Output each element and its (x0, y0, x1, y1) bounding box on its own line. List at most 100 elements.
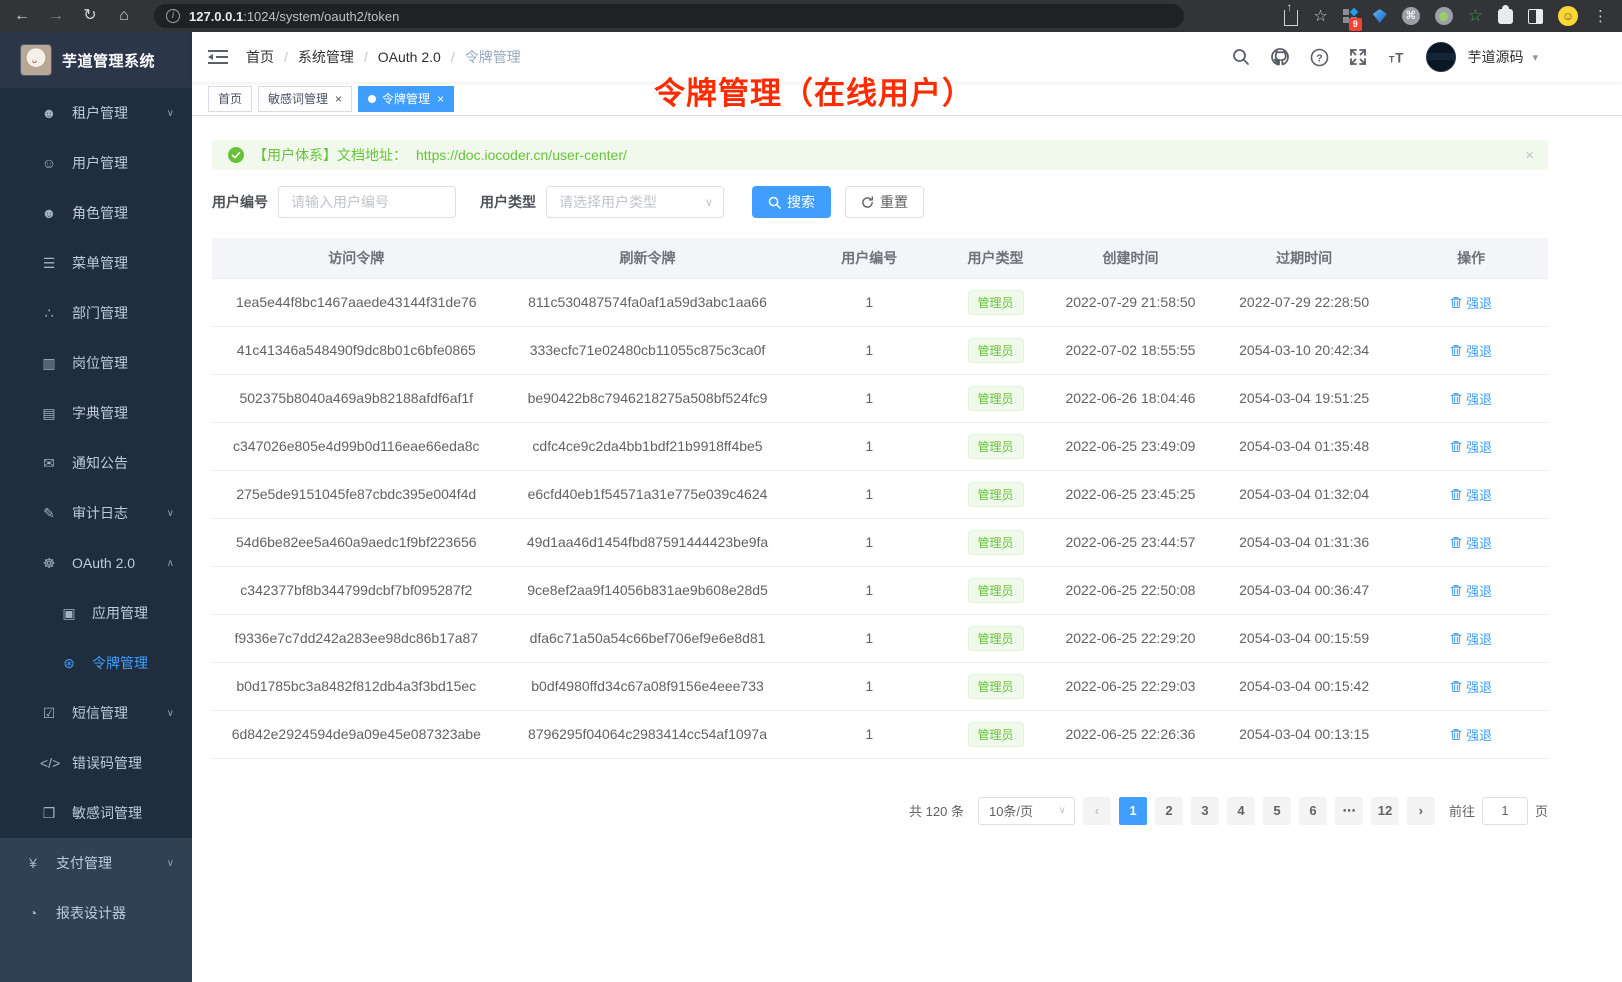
search-button-icon (768, 196, 781, 209)
emoji-extension-icon[interactable]: ☺ (1558, 6, 1578, 26)
sidebar-menu-item[interactable]: ⊛ 令牌管理 (0, 638, 192, 688)
github-icon[interactable] (1270, 47, 1290, 67)
menu-item-icon: ☺ (40, 155, 58, 171)
extension-grid-icon[interactable]: 9 (1343, 9, 1358, 24)
sidebar-menu-item[interactable]: ¥ 支付管理 ∨ (0, 838, 192, 888)
select-caret-icon: ∨ (705, 196, 713, 209)
tab-close-icon[interactable]: × (437, 92, 444, 106)
sidebar-menu-item[interactable]: ✉ 通知公告 (0, 438, 192, 488)
reset-button[interactable]: 重置 (845, 186, 924, 218)
menu-item-icon: ✎ (40, 505, 58, 522)
reader-mode-icon[interactable] (1528, 9, 1543, 24)
page-number-button[interactable]: 4 (1227, 797, 1255, 825)
force-logout-button[interactable]: 强退 (1450, 677, 1492, 696)
page-number-button[interactable]: 6 (1299, 797, 1327, 825)
view-tab[interactable]: 令牌管理 × (358, 86, 454, 112)
user-type-cell: 管理员 (944, 470, 1047, 518)
select-caret-icon: ∨ (1059, 805, 1066, 816)
page-number-button[interactable]: 3 (1191, 797, 1219, 825)
force-logout-button[interactable]: 强退 (1450, 581, 1492, 600)
breadcrumb-item[interactable]: 首页 (246, 47, 274, 67)
site-info-icon[interactable]: i (166, 9, 180, 23)
fullscreen-icon[interactable] (1348, 47, 1368, 67)
prev-page-button[interactable]: ‹ (1083, 797, 1111, 825)
force-logout-button[interactable]: 强退 (1450, 485, 1492, 504)
sidebar-collapse-icon[interactable] (208, 49, 228, 65)
recorder-extension-icon[interactable] (1435, 7, 1453, 25)
sidebar-menu-item[interactable]: ✎ 审计日志 ∨ (0, 488, 192, 538)
menu-item-icon: ☰ (40, 255, 58, 272)
sidebar-menu-item[interactable]: </> 错误码管理 (0, 738, 192, 788)
trash-icon (1450, 632, 1462, 645)
next-page-button[interactable]: › (1407, 797, 1435, 825)
sidebar-menu-item[interactable]: ▣ 应用管理 (0, 588, 192, 638)
sidebar-menu-item[interactable]: ❒ 敏感词管理 (0, 788, 192, 838)
sidebar-menu-item[interactable]: ☺ 用户管理 (0, 138, 192, 188)
sidebar-menu-item[interactable]: ☑ 短信管理 ∨ (0, 688, 192, 738)
user-avatar[interactable] (1426, 42, 1456, 72)
page-number-button[interactable]: 1 (1119, 797, 1147, 825)
page-number-button[interactable]: 2 (1155, 797, 1183, 825)
browser-reload-icon[interactable]: ↻ (78, 0, 102, 32)
user-type-badge: 管理员 (968, 578, 1024, 603)
puzzle-extensions-icon[interactable] (1498, 9, 1513, 24)
browser-back-icon[interactable]: ← (10, 0, 34, 32)
alert-close-icon[interactable]: × (1525, 147, 1534, 164)
search-icon[interactable] (1231, 47, 1251, 67)
force-logout-button[interactable]: 强退 (1450, 725, 1492, 744)
gem-extension-icon[interactable] (1373, 9, 1387, 23)
sidebar-menu-item[interactable]: ☰ 菜单管理 (0, 238, 192, 288)
tab-close-icon[interactable]: × (335, 92, 342, 106)
page-number-button[interactable]: 12 (1371, 797, 1399, 825)
force-logout-button[interactable]: 强退 (1450, 629, 1492, 648)
sidebar-menu-item[interactable]: ∴ 部门管理 (0, 288, 192, 338)
goto-page-input[interactable] (1482, 797, 1528, 825)
user-id-input[interactable] (278, 186, 456, 218)
browser-home-icon[interactable]: ⌂ (112, 0, 136, 32)
force-logout-button[interactable]: 强退 (1450, 437, 1492, 456)
sidebar-menu-item[interactable]: ☸ OAuth 2.0 ∧ (0, 538, 192, 588)
alert-doc-link[interactable]: https://doc.iocoder.cn/user-center/ (416, 147, 627, 163)
breadcrumb-item[interactable]: OAuth 2.0 (354, 49, 441, 65)
force-logout-button[interactable]: 强退 (1450, 293, 1492, 312)
username[interactable]: 芋道源码 (1467, 47, 1523, 67)
sidebar-menu-item[interactable]: ☻ 角色管理 (0, 188, 192, 238)
refresh-token-cell: e6cfd40eb1f54571a31e775e039c4624 (501, 470, 795, 518)
access-token-cell: 1ea5e44f8bc1467aaede43144f31de76 (212, 278, 501, 326)
refresh-token-cell: 9ce8ef2aa9f14056b831ae9b608e28d5 (501, 566, 795, 614)
sidebar-menu-item[interactable]: ◔ 报表设计器 (0, 888, 192, 938)
share-icon[interactable] (1284, 10, 1298, 26)
sidebar-menu-item[interactable]: ▥ 岗位管理 (0, 338, 192, 388)
browser-menu-icon[interactable]: ⋮ (1593, 7, 1608, 25)
view-tab[interactable]: 敏感词管理 × (258, 86, 352, 112)
command-extension-icon[interactable]: ⌘ (1402, 7, 1420, 25)
browser-toolbar: ← → ↻ ⌂ i 127.0.0.1:1024/system/oauth2/t… (0, 0, 1622, 32)
help-icon[interactable]: ? (1309, 47, 1329, 67)
search-button[interactable]: 搜索 (752, 186, 831, 218)
green-star-extension-icon[interactable]: ☆ (1468, 6, 1483, 26)
app-logo[interactable]: 芋道管理系统 (0, 32, 192, 88)
user-caret-down-icon[interactable]: ▾ (1532, 51, 1538, 64)
table-header-cell: 刷新令牌 (501, 238, 795, 278)
breadcrumb: 首页 系统管理 OAuth 2.0 令牌管理 (246, 47, 521, 67)
refresh-token-cell: dfa6c71a50a54c66bef706ef9e6e8d81 (501, 614, 795, 662)
user-id-cell: 1 (794, 470, 944, 518)
user-id-cell: 1 (794, 518, 944, 566)
user-type-select[interactable]: 请选择用户类型 ∨ (546, 186, 724, 218)
view-tab[interactable]: 首页 × (208, 86, 252, 112)
bookmark-star-icon[interactable]: ☆ (1313, 6, 1327, 26)
force-logout-button[interactable]: 强退 (1450, 341, 1492, 360)
sidebar-menu-item[interactable]: ▤ 字典管理 (0, 388, 192, 438)
breadcrumb-item[interactable]: 令牌管理 (441, 47, 521, 67)
page-number-button[interactable]: ⋯ (1335, 797, 1363, 825)
breadcrumb-item[interactable]: 系统管理 (274, 47, 354, 67)
force-logout-button[interactable]: 强退 (1450, 533, 1492, 552)
browser-forward-icon[interactable]: → (44, 0, 68, 32)
user-type-cell: 管理员 (944, 518, 1047, 566)
page-number-button[interactable]: 5 (1263, 797, 1291, 825)
force-logout-button[interactable]: 强退 (1450, 389, 1492, 408)
page-size-select[interactable]: 10条/页 ∨ (978, 797, 1075, 825)
address-bar[interactable]: i 127.0.0.1:1024/system/oauth2/token (154, 4, 1184, 28)
font-size-icon[interactable]: TT (1387, 47, 1407, 67)
sidebar-menu-item[interactable]: ☻ 租户管理 ∨ (0, 88, 192, 138)
